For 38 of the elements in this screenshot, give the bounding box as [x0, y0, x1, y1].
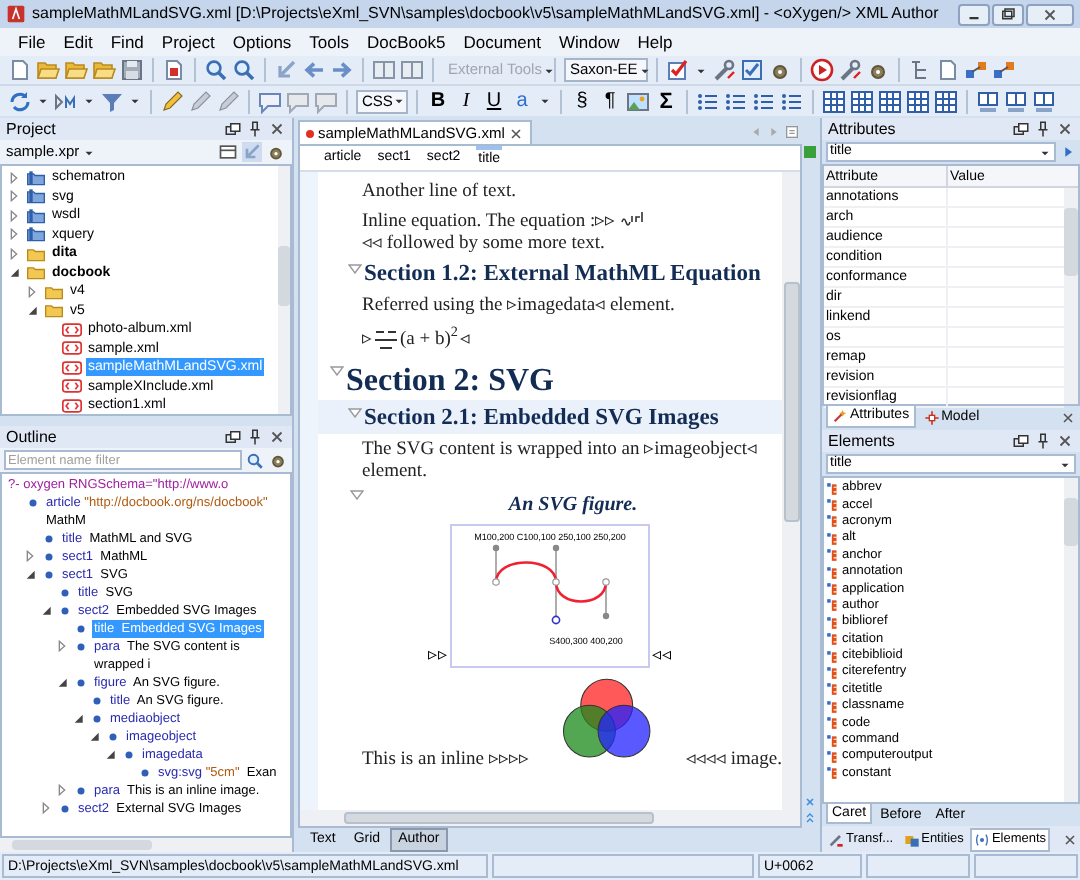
math-expression: (a + b)$^{2}$: [400, 326, 458, 354]
panel-title: Attributes: [828, 117, 896, 141]
paragraph-text: Inline equation. The equation :▹▹: [362, 212, 616, 234]
paragraph: The SVG content is wrapped into an ▹imageobject◃ element.: [362, 440, 760, 485]
paragraph: Referred using the ▹imagedata◃ element.: [362, 296, 677, 318]
format-button[interactable]: a: [510, 89, 534, 113]
element-marker: ▹: [362, 328, 372, 354]
paragraph: Another line of text.: [362, 182, 519, 204]
menu-item[interactable]: Project: [161, 29, 215, 55]
section-heading: Section 2: SVG: [346, 364, 554, 401]
sum-button[interactable]: Σ: [654, 89, 678, 113]
menu-item[interactable]: Help: [637, 29, 673, 55]
menu-item[interactable]: Find: [110, 29, 144, 55]
paragraph-text: ◃◃◃◃ image.: [686, 750, 782, 773]
symbol-button[interactable]: ¶: [598, 89, 622, 113]
paragraph-text: This is an inline ▹▹▹▹: [362, 750, 529, 773]
section-heading: Section 2.1: Embedded SVG Images: [364, 406, 719, 433]
menu-item[interactable]: Document: [463, 29, 541, 55]
format-button[interactable]: B: [426, 89, 450, 113]
menu-item[interactable]: File: [18, 29, 46, 55]
element-marker: ◃: [459, 328, 470, 354]
menu-item[interactable]: Edit: [63, 29, 93, 55]
menu-item[interactable]: Window: [558, 29, 620, 55]
section-heading: Section 1.2: External MathML Equation: [364, 262, 761, 288]
element-marker: ◃◃: [652, 641, 672, 668]
menu-item[interactable]: DocBook5: [367, 29, 446, 55]
panel-title: Project: [6, 117, 56, 141]
menu-item[interactable]: Tools: [309, 29, 350, 55]
format-button[interactable]: I: [454, 89, 478, 113]
window-title: sampleMathMLandSVG.xml [D:\Projects\eXml_SVN\samples\docbook\v5\sampleMathMLandSVG.xml] - <oXygen/> XML Author: [32, 2, 939, 26]
symbol-button[interactable]: §: [570, 89, 594, 113]
element-marker: ▹▹: [428, 641, 448, 668]
panel-title: Outline: [6, 425, 57, 449]
paragraph-text: ◃◃ followed by some more text.: [362, 234, 605, 256]
figure-title: An SVG figure.: [508, 492, 638, 521]
format-button[interactable]: U: [482, 89, 506, 113]
panel-title: Elements: [828, 429, 895, 453]
menu-item[interactable]: Options: [232, 29, 292, 55]
